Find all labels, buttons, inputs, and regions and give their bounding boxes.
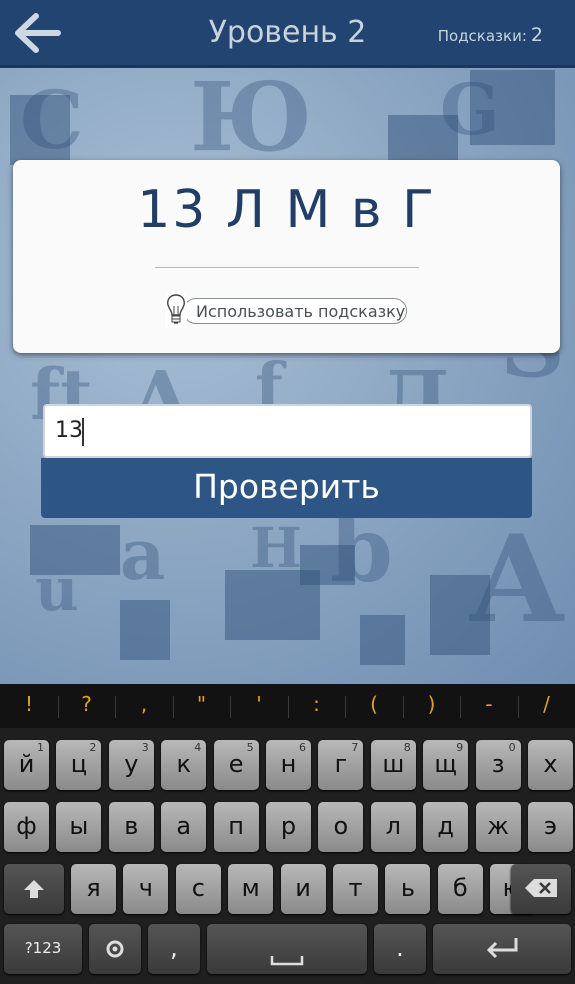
backspace-icon (525, 879, 557, 897)
enter-icon (486, 938, 518, 959)
key-ж[interactable]: ж (475, 802, 521, 852)
symbol-separator (230, 696, 231, 718)
settings-key[interactable] (89, 924, 141, 974)
symbol-key[interactable]: " (187, 692, 217, 716)
hints-counter: Подсказки: 2 (438, 24, 543, 46)
symbol-key[interactable]: - (474, 692, 504, 716)
puzzle-text: 13 Л М в Г (137, 180, 436, 240)
symbol-separator (345, 696, 346, 718)
symbol-key[interactable]: ' (244, 692, 274, 716)
symbol-key[interactable]: ) (417, 692, 447, 716)
key-у[interactable]: у3 (108, 740, 154, 790)
symbol-key[interactable]: , (129, 692, 159, 716)
shift-key[interactable] (4, 864, 64, 914)
period-key[interactable]: . (374, 924, 426, 974)
key-б[interactable]: б (437, 864, 483, 914)
symbol-separator (517, 696, 519, 718)
hints-label: Подсказки: (437, 27, 527, 45)
key-н[interactable]: н6 (266, 740, 311, 790)
key-э[interactable]: э (528, 802, 573, 852)
key-с[interactable]: с (175, 864, 221, 914)
divider (155, 267, 419, 268)
puzzle-card: 13 Л М в Г Использовать подсказку (13, 160, 560, 353)
symbol-separator (402, 696, 404, 718)
key-hint-number: 4 (194, 741, 202, 754)
key-г[interactable]: г7 (318, 740, 364, 790)
enter-key[interactable] (433, 924, 571, 974)
keyboard: !?, " ': () - / й1ц2у3к4е5н6г7ш8щ9з0х фывапрол… (0, 684, 575, 984)
key-й[interactable]: й1 (4, 740, 49, 790)
text-caret (82, 418, 84, 446)
answer-value: 13 (55, 418, 83, 443)
key-hint-number: 5 (246, 741, 254, 754)
answer-input[interactable]: 13 (43, 404, 532, 458)
key-я[interactable]: я (71, 864, 116, 914)
symbol-separator (287, 696, 289, 718)
key-hint-number: 2 (89, 741, 97, 754)
symbol-key[interactable]: ? (72, 692, 102, 716)
key-х[interactable]: х (528, 740, 573, 790)
symbol-row: !?, " ': () - / (0, 684, 575, 728)
check-button[interactable]: Проверить (41, 458, 532, 518)
key-о[interactable]: о (318, 802, 364, 852)
space-key[interactable] (207, 924, 367, 974)
key-и[interactable]: и (280, 864, 326, 914)
key-л[interactable]: л (370, 802, 416, 852)
symbols-mode-key[interactable]: ?123 (4, 924, 82, 974)
key-hint-number: 8 (403, 741, 411, 754)
key-hint-number: 0 (508, 741, 516, 754)
key-щ[interactable]: щ9 (423, 740, 469, 790)
key-т[interactable]: т (333, 864, 378, 914)
key-ш[interactable]: ш8 (370, 740, 416, 790)
use-hint-button[interactable]: Использовать подсказку (165, 292, 409, 328)
key-м[interactable]: м (228, 864, 274, 914)
key-hint-number: 7 (351, 741, 359, 754)
symbol-key[interactable]: ( (359, 692, 389, 716)
key-hint-number: 1 (37, 741, 44, 754)
symbol-separator (57, 696, 59, 718)
symbol-key[interactable]: / (532, 692, 562, 716)
symbol-separator (172, 696, 174, 718)
key-е[interactable]: е5 (213, 740, 259, 790)
key-в[interactable]: в (108, 802, 154, 852)
key-hint-number: 6 (299, 741, 306, 754)
key-а[interactable]: а (161, 802, 207, 852)
comma-key[interactable]: , (148, 924, 200, 974)
key-р[interactable]: р (266, 802, 311, 852)
key-ц[interactable]: ц2 (56, 740, 102, 790)
use-hint-label: Использовать подсказку (196, 302, 406, 321)
top-bar: Уровень 2 Подсказки: 2 (0, 0, 575, 68)
key-з[interactable]: з0 (475, 740, 521, 790)
key-ч[interactable]: ч (123, 864, 169, 914)
key-hint-number: 3 (141, 741, 149, 754)
backspace-key[interactable] (511, 864, 571, 914)
symbol-separator (460, 696, 461, 718)
symbol-key[interactable]: : (302, 692, 332, 716)
symbol-separator (115, 696, 116, 718)
hints-count: 2 (530, 24, 543, 46)
key-hint-number: 9 (456, 741, 464, 754)
lightbulb-icon (165, 292, 187, 328)
space-icon (270, 956, 304, 966)
key-д[interactable]: д (423, 802, 469, 852)
key-ь[interactable]: ь (385, 864, 431, 914)
key-п[interactable]: п (213, 802, 259, 852)
key-ф[interactable]: ф (4, 802, 49, 852)
key-к[interactable]: к4 (161, 740, 207, 790)
symbol-key[interactable]: ! (14, 692, 44, 716)
shift-icon (24, 880, 44, 898)
settings-icon (106, 940, 124, 958)
key-ы[interactable]: ы (56, 802, 102, 852)
